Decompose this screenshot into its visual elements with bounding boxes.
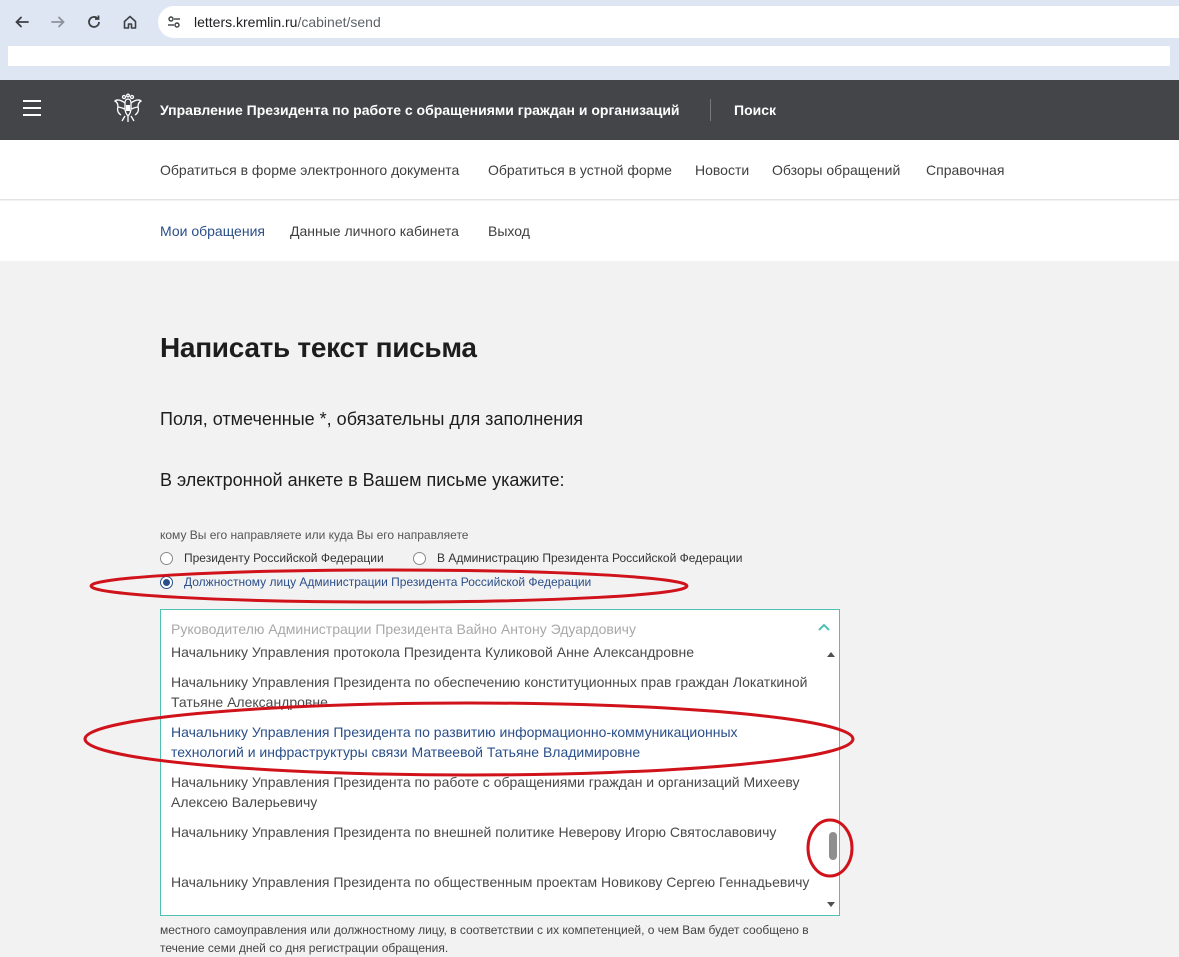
instruction-text: В электронной анкете в Вашем письме укаж…	[160, 470, 565, 490]
forward-button[interactable]	[45, 9, 71, 35]
select-option[interactable]: Начальнику Управления Президента по обес…	[171, 672, 811, 712]
scroll-up-arrow-icon[interactable]	[826, 650, 836, 658]
back-arrow-icon	[15, 16, 29, 28]
select-option[interactable]: Начальнику Управления протокола Президен…	[171, 642, 811, 662]
radio-president[interactable]: Президенту Российской Федерации	[160, 551, 384, 565]
radio-indicator[interactable]	[160, 575, 173, 589]
nav-reference[interactable]: Справочная	[926, 162, 1004, 178]
select-current-value[interactable]: Руководителю Администрации Президента Ва…	[171, 621, 636, 637]
official-select[interactable]: Руководителю Администрации Президента Ва…	[160, 609, 840, 916]
radio-indicator[interactable]	[413, 551, 426, 565]
forward-arrow-icon	[51, 16, 65, 28]
cabinet-nav: Мои обращения Данные личного кабинета Вы…	[0, 201, 1179, 261]
nav-logout[interactable]: Выход	[488, 223, 530, 239]
nav-news[interactable]: Новости	[695, 162, 749, 178]
select-option-highlighted[interactable]: Начальнику Управления Президента по разв…	[171, 722, 811, 762]
url-path: /cabinet/send	[297, 14, 381, 30]
radio-official[interactable]: Должностному лицу Администрации Президен…	[160, 575, 591, 589]
scrollbar-thumb[interactable]	[829, 832, 837, 860]
browser-chrome: letters.kremlin.ru/cabinet/send	[0, 0, 1179, 80]
radio-indicator[interactable]	[160, 551, 173, 565]
reload-icon	[88, 15, 100, 28]
header-divider	[710, 99, 711, 121]
url-text[interactable]: letters.kremlin.ru/cabinet/send	[194, 14, 381, 30]
site-title[interactable]: Управление Президента по работе с обраще…	[160, 102, 680, 118]
double-eagle-emblem-icon[interactable]	[113, 93, 143, 125]
recipient-label: кому Вы его направляете или куда Вы его …	[160, 528, 469, 542]
primary-nav: Обратиться в форме электронного документ…	[0, 140, 1179, 200]
home-icon	[123, 15, 137, 29]
nav-oral-appeal[interactable]: Обратиться в устной форме	[488, 162, 672, 178]
menu-icon[interactable]	[23, 100, 41, 118]
chevron-up-icon[interactable]	[817, 622, 831, 632]
nav-my-appeals[interactable]: Мои обращения	[160, 223, 265, 239]
radio-label: Президенту Российской Федерации	[184, 551, 384, 565]
nav-electronic-appeal[interactable]: Обратиться в форме электронного документ…	[160, 162, 459, 178]
search-link[interactable]: Поиск	[734, 102, 776, 118]
help-text: местного самоуправления или должностному…	[160, 923, 809, 955]
radio-label: В Администрацию Президента Российской Фе…	[437, 551, 743, 565]
radio-label: Должностному лицу Администрации Президен…	[184, 575, 592, 589]
required-note: Поля, отмеченные *, обязательны для запо…	[160, 409, 584, 429]
select-option[interactable]: Начальнику Управления Президента по внеш…	[171, 822, 811, 842]
select-option[interactable]: Начальнику Управления Президента по рабо…	[171, 772, 811, 812]
url-host: letters.kremlin.ru	[194, 14, 298, 30]
page-title: Написать текст письма	[160, 332, 477, 363]
site-header: Управление Президента по работе с обраще…	[0, 80, 1179, 140]
radio-administration[interactable]: В Администрацию Президента Российской Фе…	[413, 551, 742, 565]
scroll-down-arrow-icon[interactable]	[826, 901, 836, 909]
select-option[interactable]: Начальнику Управления Президента по обще…	[171, 872, 811, 892]
site-settings-icon[interactable]	[166, 14, 182, 30]
address-bar[interactable]: letters.kremlin.ru/cabinet/send	[158, 6, 1179, 38]
back-button[interactable]	[9, 9, 35, 35]
home-button[interactable]	[117, 9, 143, 35]
reload-button[interactable]	[81, 9, 107, 35]
bookmarks-bar	[8, 46, 1170, 66]
nav-cabinet-data[interactable]: Данные личного кабинета	[290, 223, 459, 239]
nav-reviews[interactable]: Обзоры обращений	[772, 162, 900, 178]
